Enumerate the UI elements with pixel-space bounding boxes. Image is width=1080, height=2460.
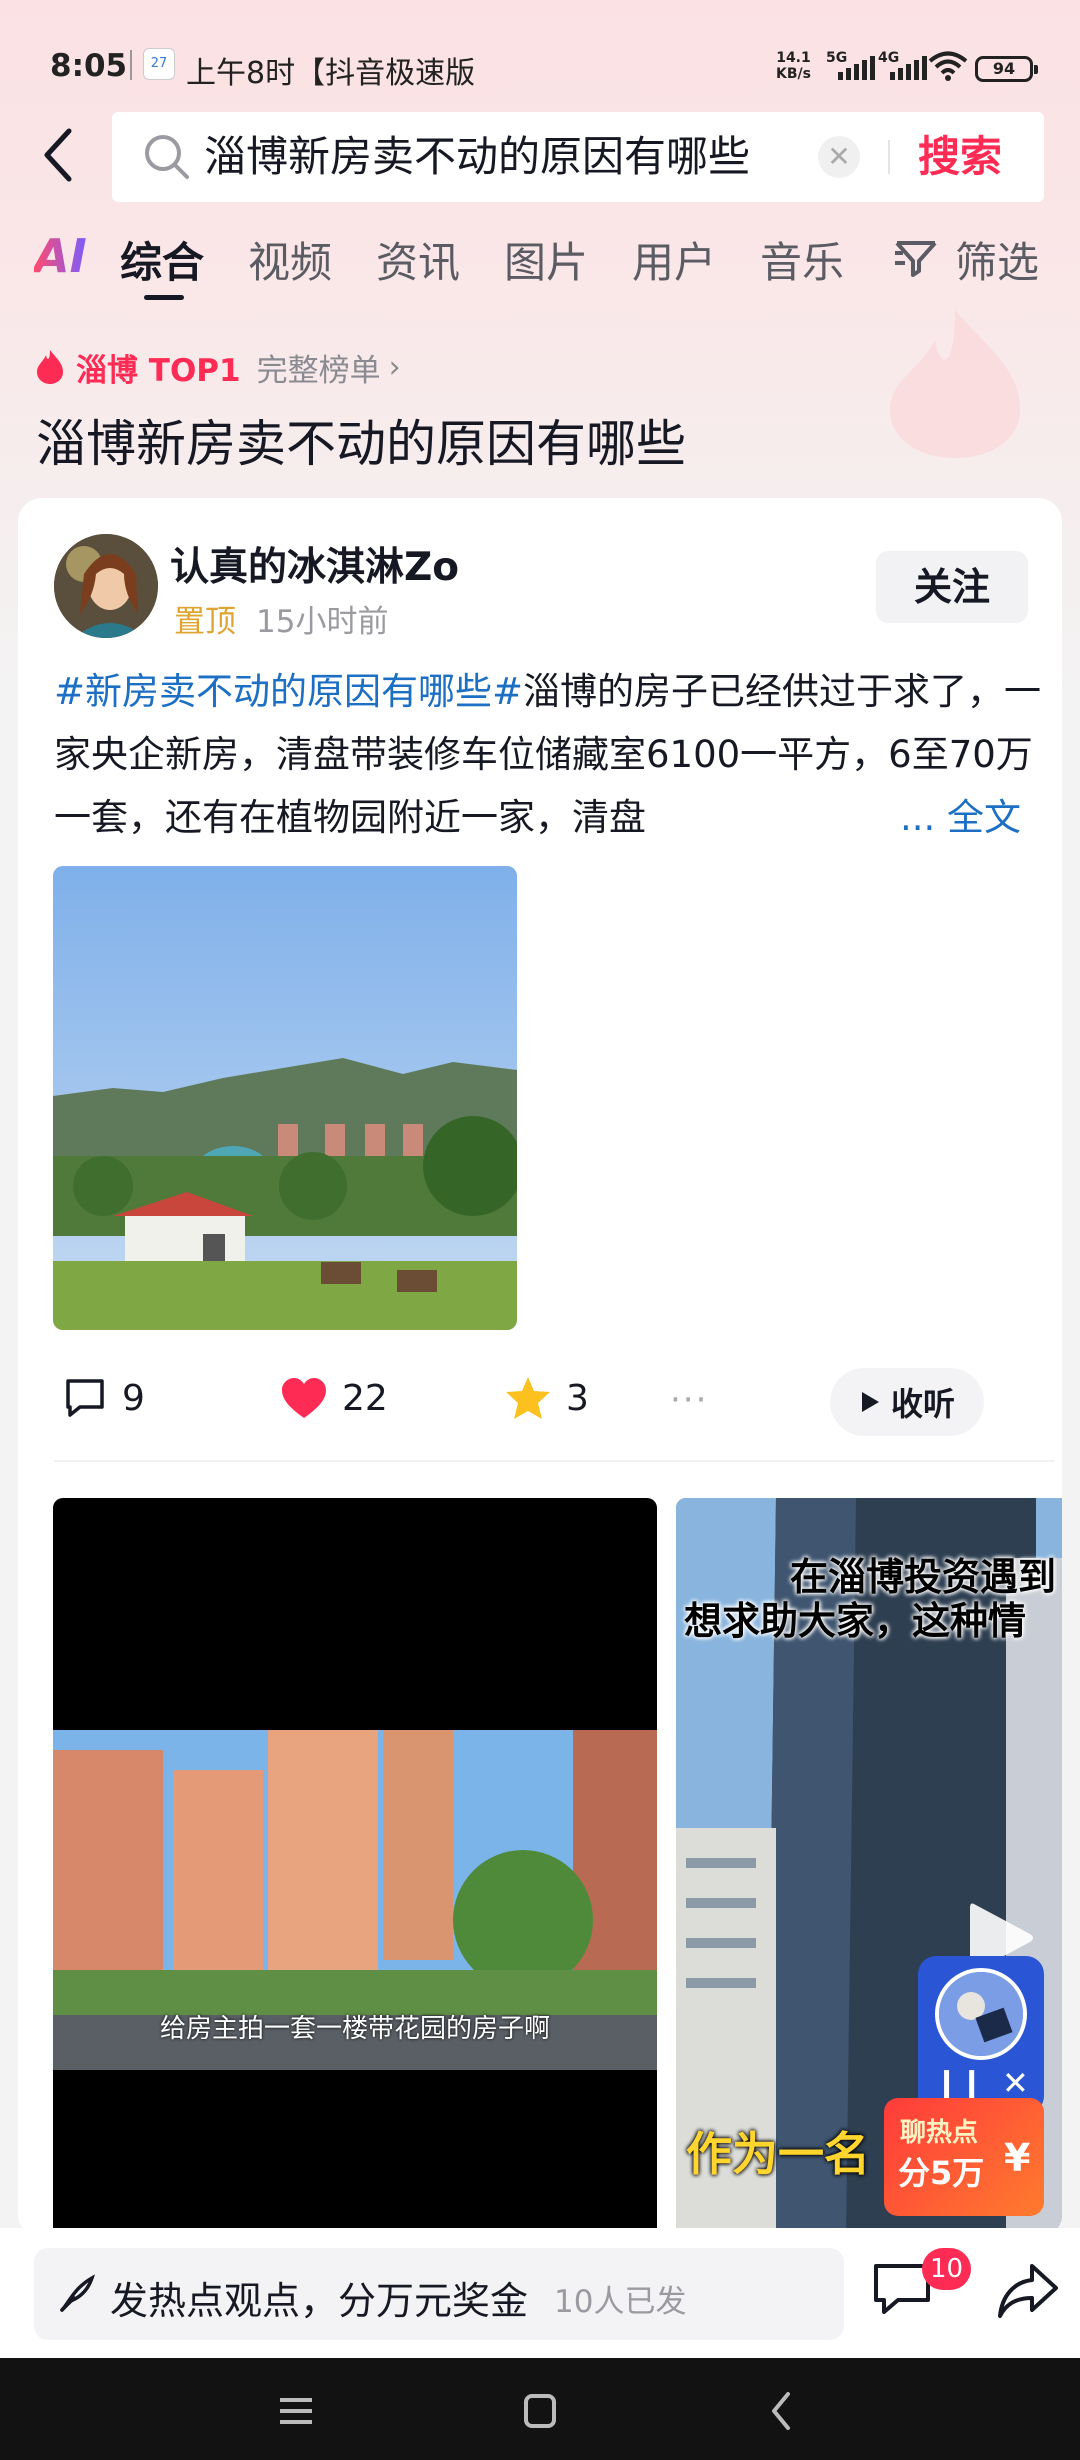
close-icon: ✕ <box>827 140 851 173</box>
video-2-title-line2: 想求助大家，这种情 <box>684 1599 1027 1643</box>
hot-rank-label: 淄博 TOP1 <box>76 352 241 389</box>
post-card: 认真的冰淇淋Zo 置顶 15小时前 关注 #新房卖不动的原因有哪些#淄博的房子已… <box>18 498 1062 2238</box>
like-action[interactable]: 22 <box>280 1358 388 1438</box>
network-speed-unit: KB/s <box>776 66 811 82</box>
category-tabs: AI 综合 视频 资讯 图片 用户 音乐 筛选 <box>0 225 1080 305</box>
more-options-icon[interactable]: ··· <box>670 1380 708 1420</box>
tab-images[interactable]: 图片 <box>504 229 588 290</box>
comment-icon <box>66 1379 104 1417</box>
tab-users[interactable]: 用户 <box>632 229 716 290</box>
comment-input[interactable]: 发热点观点，分万元奖金 10人已发 <box>34 2248 844 2340</box>
follow-button[interactable]: 关注 <box>876 551 1028 623</box>
signal-bars-icon <box>838 56 875 80</box>
status-bar: 8:05 27 上午8时【抖音极速版 14.1 KB/s 5G 4G 94 <box>0 0 1080 110</box>
tab-video[interactable]: 视频 <box>248 229 332 290</box>
video-thumbnail-1[interactable]: 给房主拍一套一楼带花园的房子啊 <box>53 1498 657 2238</box>
pinned-badge: 置顶 <box>174 604 236 640</box>
comments-badge: 10 <box>922 2248 972 2290</box>
share-icon[interactable] <box>996 2262 1060 2320</box>
reward-line-2: 分5万 <box>898 2154 985 2192</box>
favorite-count: 3 <box>566 1377 589 1419</box>
like-count: 22 <box>342 1377 388 1419</box>
tab-news[interactable]: 资讯 <box>376 229 460 290</box>
mini-player-cover <box>935 1968 1027 2060</box>
hot-topic-title: 淄博新房卖不动的原因有哪些 <box>36 415 686 473</box>
search-button[interactable]: 搜索 <box>918 130 1002 184</box>
tab-ai[interactable]: AI <box>34 229 87 283</box>
listen-button[interactable]: 收听 <box>830 1368 984 1436</box>
calendar-app-icon: 27 <box>143 48 175 80</box>
comment-action[interactable]: 9 <box>62 1358 145 1438</box>
clear-search-button[interactable]: ✕ <box>818 136 860 178</box>
star-icon <box>506 1377 550 1419</box>
reward-line-1: 聊热点 <box>900 2118 979 2148</box>
active-tab-indicator <box>144 295 184 300</box>
chevron-right-icon: › <box>388 349 401 385</box>
tab-comprehensive[interactable]: 综合 <box>120 229 204 290</box>
pen-icon <box>60 2274 96 2312</box>
author-avatar[interactable] <box>54 534 158 638</box>
status-time: 8:05 <box>50 48 128 84</box>
post-time: 15小时前 <box>256 604 389 640</box>
signal-bars-icon <box>890 56 927 80</box>
heart-icon <box>282 1378 326 1418</box>
pause-icon[interactable]: ❙❙ <box>934 2066 984 2101</box>
floating-mini-player[interactable]: ❙❙ ✕ <box>918 1956 1044 2114</box>
search-icon <box>142 132 192 186</box>
battery-indicator: 94 <box>975 56 1038 82</box>
hot-flame-decoration-icon <box>890 310 1020 458</box>
participants-count: 10人已发 <box>554 2284 687 2320</box>
yen-icon: ¥ <box>1004 2136 1031 2180</box>
back-button[interactable] <box>30 120 86 190</box>
search-divider <box>888 140 890 174</box>
flame-icon <box>37 350 63 384</box>
wifi-icon <box>928 50 968 86</box>
menu-icon[interactable] <box>266 2386 326 2436</box>
system-navigation-bar <box>0 2358 1080 2460</box>
video-1-caption: 给房主拍一套一楼带花园的房子啊 <box>159 2014 550 2044</box>
favorite-action[interactable]: 3 <box>504 1358 589 1438</box>
post-image[interactable] <box>53 866 517 1330</box>
comment-count: 9 <box>122 1377 145 1419</box>
hot-topic-reward-badge[interactable]: 聊热点 分5万 ¥ <box>884 2098 1044 2216</box>
filter-icon[interactable] <box>893 239 939 283</box>
listen-label: 收听 <box>890 1385 955 1423</box>
back-arrow-icon <box>44 128 72 182</box>
tab-filter[interactable]: 筛选 <box>955 229 1039 290</box>
back-nav-icon[interactable] <box>752 2386 812 2436</box>
bottom-comment-bar: 发热点观点，分万元奖金 10人已发 10 <box>0 2228 1080 2358</box>
search-box[interactable]: 淄博新房卖不动的原因有哪些 ✕ 搜索 <box>112 112 1044 202</box>
section-divider <box>54 1460 1054 1462</box>
play-icon <box>861 1392 879 1412</box>
hot-rank-row[interactable]: 淄博 TOP1 完整榜单 › <box>36 342 401 392</box>
status-separator <box>130 50 132 80</box>
post-actions: 9 22 3 ··· 收听 <box>18 1358 1062 1438</box>
full-list-link[interactable]: 完整榜单 <box>257 345 381 390</box>
status-notification-text: 上午8时【抖音极速版 <box>186 56 476 91</box>
author-name[interactable]: 认真的冰淇淋Zo <box>170 536 459 592</box>
home-icon[interactable] <box>510 2386 570 2436</box>
comment-placeholder: 发热点观点，分万元奖金 <box>110 2279 529 2323</box>
expand-full-text-link[interactable]: ... 全文 <box>886 786 1022 849</box>
tab-music[interactable]: 音乐 <box>760 229 844 290</box>
video-2-bottom-caption: 作为一名 <box>686 2127 870 2181</box>
close-icon[interactable]: ✕ <box>1002 2064 1029 2102</box>
network-speed-value: 14.1 <box>776 50 811 66</box>
post-hashtag[interactable]: #新房卖不动的原因有哪些# <box>54 670 523 713</box>
network-speed: 14.1 KB/s <box>776 50 811 82</box>
